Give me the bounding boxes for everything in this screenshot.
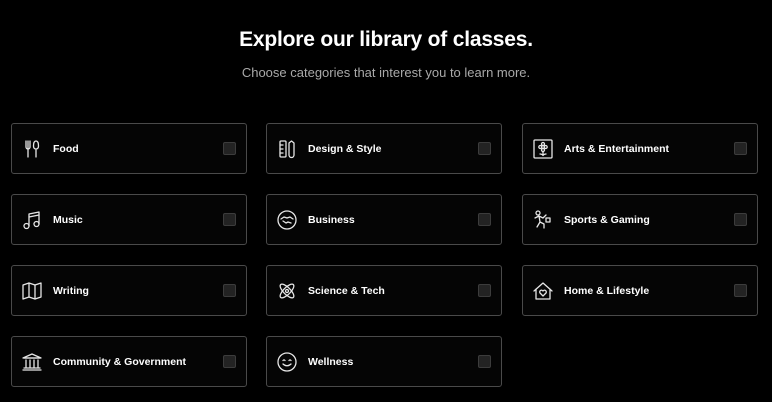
category-card-home-lifestyle[interactable]: Home & Lifestyle [522,265,758,316]
category-label: Science & Tech [308,284,385,297]
page: Explore our library of classes. Choose c… [0,0,772,402]
category-checkbox[interactable] [478,284,491,297]
category-checkbox[interactable] [478,213,491,226]
ruler-pencil-icon [276,137,298,161]
category-card-design-style[interactable]: Design & Style [266,123,502,174]
category-card-music[interactable]: Music [11,194,247,245]
handshake-icon [276,208,298,232]
category-label: Business [308,213,355,226]
category-label: Music [53,213,83,226]
category-checkbox[interactable] [223,284,236,297]
category-card-writing[interactable]: Writing [11,265,247,316]
category-card-food[interactable]: Food [11,123,247,174]
category-card-community-government[interactable]: Community & Government [11,336,247,387]
category-checkbox[interactable] [734,213,747,226]
government-building-icon [21,350,43,374]
category-card-sports-gaming[interactable]: Sports & Gaming [522,194,758,245]
category-checkbox[interactable] [478,355,491,368]
smiley-icon [276,350,298,374]
music-note-icon [21,208,43,232]
category-checkbox[interactable] [223,213,236,226]
category-checkbox[interactable] [478,142,491,155]
category-label: Design & Style [308,142,382,155]
athlete-icon [532,208,554,232]
category-label: Writing [53,284,89,297]
category-label: Arts & Entertainment [564,142,670,155]
category-checkbox[interactable] [734,142,747,155]
category-label: Sports & Gaming [564,213,650,226]
category-checkbox[interactable] [734,284,747,297]
category-checkbox[interactable] [223,142,236,155]
flower-frame-icon [532,137,554,161]
category-label: Home & Lifestyle [564,284,650,297]
category-label: Community & Government [53,355,187,368]
category-checkbox[interactable] [223,355,236,368]
category-card-arts-entertainment[interactable]: Arts & Entertainment [522,123,758,174]
category-card-science-tech[interactable]: Science & Tech [266,265,502,316]
category-card-business[interactable]: Business [266,194,502,245]
page-subtitle: Choose categories that interest you to l… [241,65,531,80]
category-label: Food [53,142,79,155]
category-label: Wellness [308,355,354,368]
category-card-wellness[interactable]: Wellness [266,336,502,387]
atom-icon [276,279,298,303]
fork-spoon-icon [21,137,43,161]
house-heart-icon [532,279,554,303]
page-title: Explore our library of classes. [239,28,533,51]
open-book-icon [21,279,43,303]
